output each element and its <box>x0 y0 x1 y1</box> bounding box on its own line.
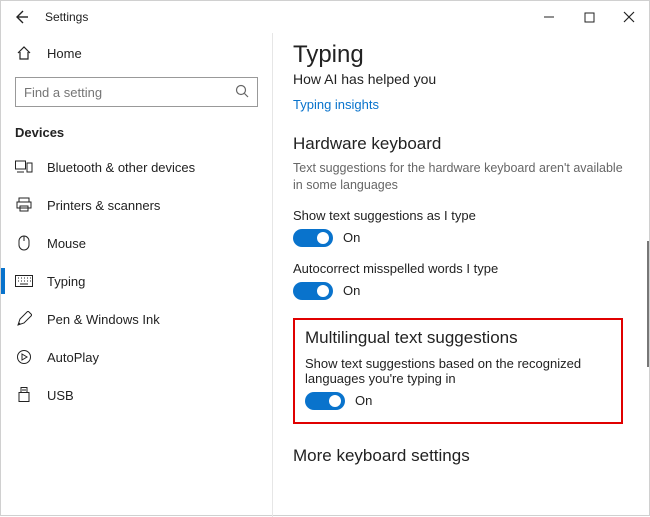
sidebar-item-label: Typing <box>47 274 85 289</box>
close-button[interactable] <box>609 1 649 33</box>
show-suggestions-label: Show text suggestions as I type <box>293 208 623 223</box>
sidebar-item-label: Mouse <box>47 236 86 251</box>
hardware-keyboard-desc: Text suggestions for the hardware keyboa… <box>293 160 623 194</box>
multilingual-toggle[interactable] <box>305 392 345 410</box>
close-icon <box>623 11 635 23</box>
window-controls <box>529 1 649 33</box>
multilingual-state: On <box>355 393 372 408</box>
multilingual-desc: Show text suggestions based on the recog… <box>305 356 611 386</box>
search-icon <box>234 83 250 99</box>
usb-icon <box>15 386 33 404</box>
autoplay-icon <box>15 348 33 366</box>
sidebar-item-bluetooth[interactable]: Bluetooth & other devices <box>1 148 272 186</box>
sidebar-item-label: Bluetooth & other devices <box>47 160 195 175</box>
sidebar: Home Devices Bluetooth & other devices P… <box>1 33 273 517</box>
sidebar-home[interactable]: Home <box>1 35 272 71</box>
arrow-left-icon <box>13 9 29 25</box>
title-bar: Settings <box>1 1 649 33</box>
typing-insights-link[interactable]: Typing insights <box>293 97 379 112</box>
sidebar-home-label: Home <box>47 46 82 61</box>
autocorrect-label: Autocorrect misspelled words I type <box>293 261 623 276</box>
sidebar-item-label: AutoPlay <box>47 350 99 365</box>
sidebar-item-label: Pen & Windows Ink <box>47 312 160 327</box>
sidebar-item-typing[interactable]: Typing <box>1 262 272 300</box>
page-subtitle: How AI has helped you <box>293 71 623 87</box>
multilingual-heading: Multilingual text suggestions <box>305 328 611 348</box>
mouse-icon <box>15 234 33 252</box>
hardware-keyboard-heading: Hardware keyboard <box>293 134 623 154</box>
scrollbar[interactable] <box>647 241 649 367</box>
minimize-icon <box>543 11 555 23</box>
autocorrect-toggle[interactable] <box>293 282 333 300</box>
search-box[interactable] <box>15 77 258 107</box>
content-pane: Typing How AI has helped you Typing insi… <box>273 33 649 466</box>
sidebar-item-label: Printers & scanners <box>47 198 160 213</box>
sidebar-item-autoplay[interactable]: AutoPlay <box>1 338 272 376</box>
keyboard-icon <box>15 272 33 290</box>
maximize-icon <box>584 12 595 23</box>
search-input[interactable] <box>15 77 258 107</box>
more-keyboard-heading: More keyboard settings <box>293 446 623 466</box>
sidebar-item-printers[interactable]: Printers & scanners <box>1 186 272 224</box>
sidebar-item-pen[interactable]: Pen & Windows Ink <box>1 300 272 338</box>
sidebar-item-usb[interactable]: USB <box>1 376 272 414</box>
pen-icon <box>15 310 33 328</box>
show-suggestions-toggle[interactable] <box>293 229 333 247</box>
printer-icon <box>15 196 33 214</box>
autocorrect-state: On <box>343 283 360 298</box>
minimize-button[interactable] <box>529 1 569 33</box>
multilingual-highlight: Multilingual text suggestions Show text … <box>293 318 623 424</box>
home-icon <box>15 44 33 62</box>
show-suggestions-state: On <box>343 230 360 245</box>
sidebar-group-label: Devices <box>1 119 272 148</box>
maximize-button[interactable] <box>569 1 609 33</box>
devices-icon <box>15 158 33 176</box>
page-title: Typing <box>293 41 623 69</box>
sidebar-item-mouse[interactable]: Mouse <box>1 224 272 262</box>
back-button[interactable] <box>1 1 41 33</box>
window-title: Settings <box>41 10 88 24</box>
sidebar-item-label: USB <box>47 388 74 403</box>
